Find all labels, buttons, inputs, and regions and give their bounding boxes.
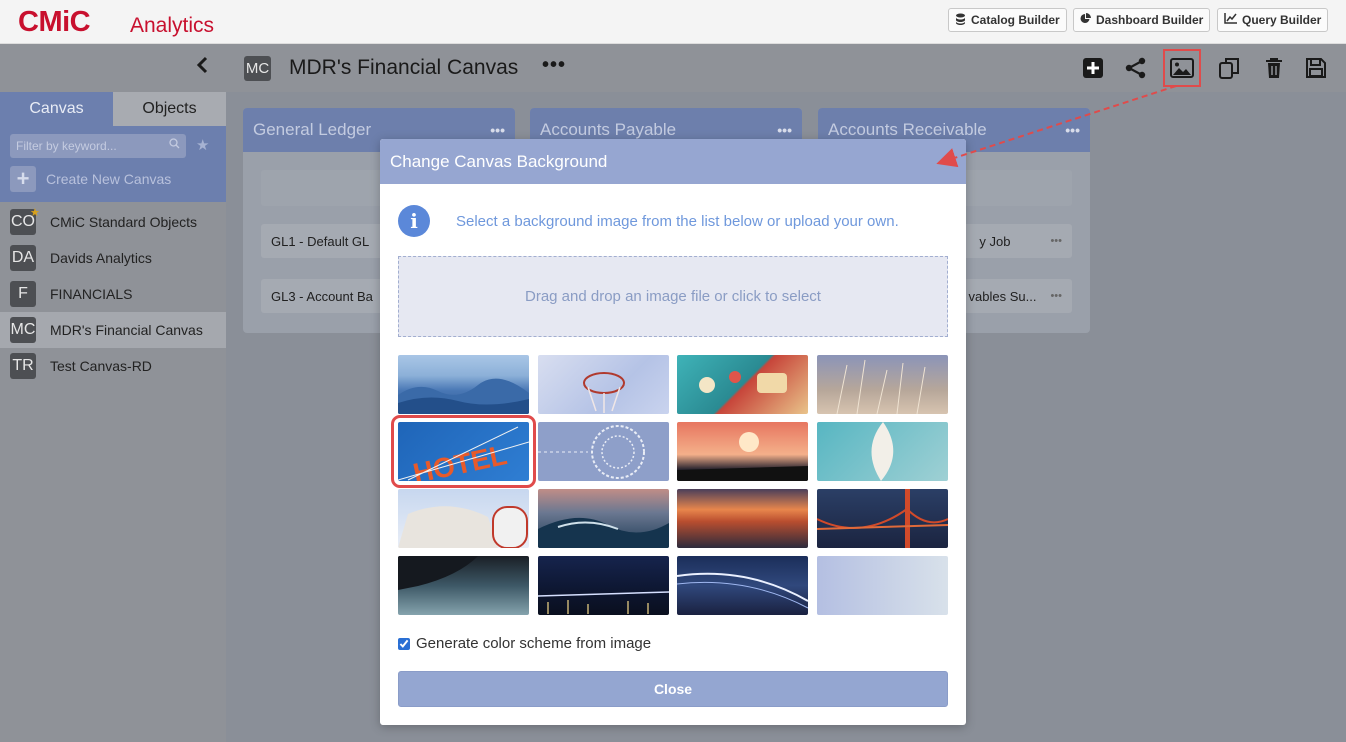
panel-menu-icon[interactable]: ••• <box>777 122 792 138</box>
canvas-menu-button[interactable]: ••• <box>542 54 566 77</box>
canvas-title-badge: MC <box>244 56 271 81</box>
info-icon: i <box>398 205 430 237</box>
svg-text:HOTEL: HOTEL <box>410 439 509 481</box>
thumbnail-white-feather[interactable] <box>817 422 948 481</box>
canvas-name: Test Canvas-RD <box>50 358 152 374</box>
canvas-badge: TR <box>10 353 36 379</box>
thumbnail-dry-grass[interactable] <box>817 355 948 414</box>
sidebar-controls: Filter by keyword... ★ + Create New Canv… <box>0 126 226 202</box>
canvas-badge: F <box>10 281 36 307</box>
favorites-star-icon[interactable]: ★ <box>196 136 209 154</box>
thumbnail-night-bridge-city[interactable] <box>538 556 669 615</box>
canvas-item-test-canvas-rd[interactable]: TR Test Canvas-RD <box>0 348 226 384</box>
panel-item-label: GL1 - Default GL <box>271 233 370 249</box>
dialog-title: Change Canvas Background <box>380 139 966 184</box>
filter-placeholder: Filter by keyword... <box>16 139 117 153</box>
star-icon: ★ <box>30 207 40 219</box>
thumbnail-sunset-skyline[interactable] <box>677 422 808 481</box>
canvas-item-financials[interactable]: F FINANCIALS <box>0 276 226 312</box>
cmic-logo[interactable]: CMiC <box>18 6 91 39</box>
thumbnail-golden-gate-bridge[interactable] <box>817 489 948 548</box>
image-icon[interactable] <box>1163 49 1201 87</box>
row-menu-icon[interactable]: ••• <box>1050 290 1062 302</box>
info-text: Select a background image from the list … <box>456 212 899 230</box>
filter-input[interactable]: Filter by keyword... <box>10 134 186 158</box>
panel-menu-icon[interactable]: ••• <box>490 122 505 138</box>
thumbnail-ocean-wave[interactable] <box>538 489 669 548</box>
canvas-title: MDR's Financial Canvas <box>289 56 519 79</box>
query-builder-button[interactable]: Query Builder <box>1217 8 1329 32</box>
search-icon <box>169 138 180 152</box>
create-canvas-label: Create New Canvas <box>46 171 172 187</box>
panel-title: General Ledger <box>253 120 372 139</box>
collapse-sidebar-icon[interactable] <box>196 56 208 80</box>
create-canvas-button[interactable]: + Create New Canvas <box>10 166 171 192</box>
image-dropzone[interactable]: Drag and drop an image file or click to … <box>398 256 948 337</box>
generate-color-scheme-label: Generate color scheme from image <box>416 635 652 652</box>
thumbnail-rooftop-dome[interactable] <box>398 489 529 548</box>
sidebar-tabs: Canvas Objects <box>0 92 226 126</box>
generate-color-scheme-checkbox[interactable] <box>398 637 410 650</box>
canvas-badge: MC <box>10 317 36 343</box>
trash-icon[interactable] <box>1260 54 1288 82</box>
canvas-list: CO ★ CMiC Standard Objects DA Davids Ana… <box>0 204 226 384</box>
canvas-item-cmic-standard-objects[interactable]: CO ★ CMiC Standard Objects <box>0 204 226 240</box>
pie-chart-icon <box>1080 13 1091 27</box>
panel-title: Accounts Payable <box>540 120 677 139</box>
dashboard-builder-label: Dashboard Builder <box>1096 13 1204 27</box>
canvas-item-mdrs-financial-canvas[interactable]: MC MDR's Financial Canvas <box>0 312 226 348</box>
copy-icon[interactable] <box>1216 54 1244 82</box>
panel-menu-icon[interactable]: ••• <box>1065 122 1080 138</box>
dashboard-builder-button[interactable]: Dashboard Builder <box>1073 8 1211 32</box>
generate-color-scheme-option[interactable]: Generate color scheme from image <box>398 635 651 652</box>
panel-item-label: vables Su... <box>968 288 1037 304</box>
save-icon[interactable] <box>1302 54 1330 82</box>
query-builder-label: Query Builder <box>1242 13 1322 27</box>
thumbnail-word-sphere[interactable] <box>538 422 669 481</box>
panel-item-label: GL3 - Account Ba <box>271 288 373 304</box>
canvas-title-bar: MC MDR's Financial Canvas ••• <box>226 44 1346 92</box>
panel-item-label: y Job <box>979 233 1011 249</box>
change-background-dialog: Change Canvas Background i Select a back… <box>380 139 966 725</box>
canvas-name: MDR's Financial Canvas <box>50 322 203 338</box>
product-name: Analytics <box>130 14 215 37</box>
database-icon <box>955 13 966 28</box>
top-bar: CMiC Analytics Catalog Builder Dashboard… <box>0 0 1346 44</box>
panel-title: Accounts Receivable <box>828 120 987 139</box>
thumbnail-arcade-controls[interactable] <box>677 355 808 414</box>
line-chart-icon <box>1224 13 1237 27</box>
canvas-item-davids-analytics[interactable]: DA Davids Analytics <box>0 240 226 276</box>
catalog-builder-label: Catalog Builder <box>971 13 1060 27</box>
thumbnail-lit-bridge-night[interactable] <box>677 556 808 615</box>
thumbnail-sunset-sea[interactable] <box>677 489 808 548</box>
thumbnail-misty-mountains[interactable] <box>398 355 529 414</box>
add-icon[interactable] <box>1079 54 1107 82</box>
catalog-builder-button[interactable]: Catalog Builder <box>948 8 1067 32</box>
row-menu-icon[interactable]: ••• <box>1050 235 1062 247</box>
thumbnail-basketball-hoop[interactable] <box>538 355 669 414</box>
tab-canvas[interactable]: Canvas <box>0 92 113 126</box>
thumbnail-pastel-gradient[interactable] <box>817 556 948 615</box>
tab-objects[interactable]: Objects <box>113 92 226 126</box>
canvas-name: FINANCIALS <box>50 286 133 302</box>
thumbnail-lake-cliff[interactable] <box>398 556 529 615</box>
sidebar: Canvas Objects Filter by keyword... ★ + … <box>0 44 226 742</box>
plus-icon: + <box>10 166 36 192</box>
thumbnail-hotel-sign[interactable]: HOTEL <box>391 415 536 488</box>
share-icon[interactable] <box>1122 54 1150 82</box>
canvas-badge: DA <box>10 245 36 271</box>
canvas-name: CMiC Standard Objects <box>50 214 198 230</box>
canvas-name: Davids Analytics <box>50 250 152 266</box>
close-button[interactable]: Close <box>398 671 948 707</box>
info-message: i Select a background image from the lis… <box>398 205 899 237</box>
